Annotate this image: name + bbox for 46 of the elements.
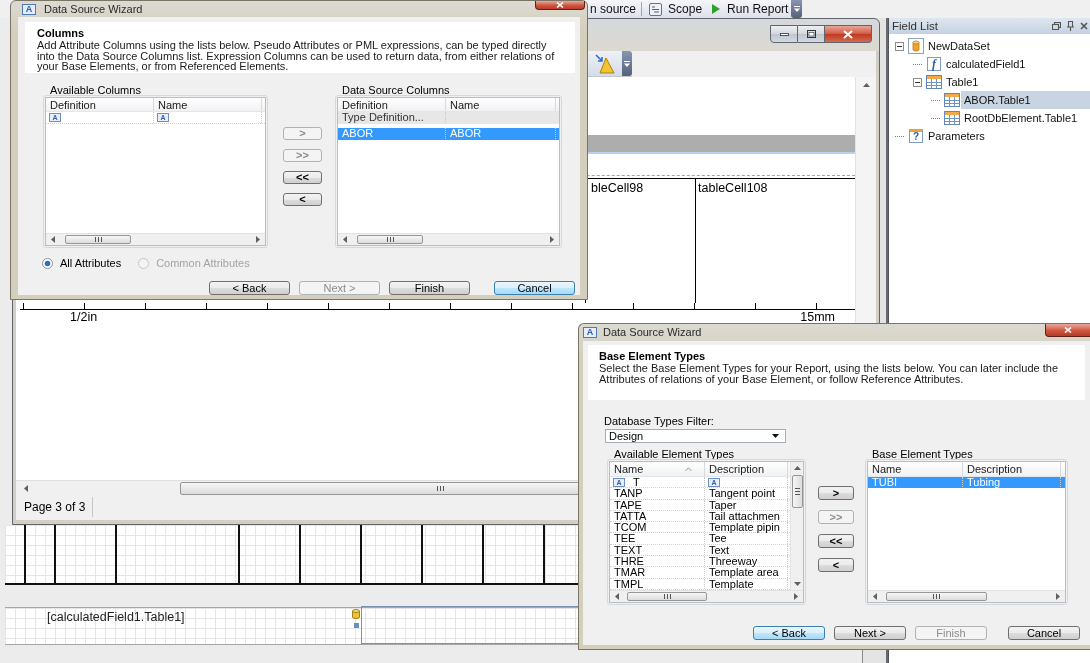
list-cell: Template	[705, 578, 788, 589]
list-cell: Tee	[705, 533, 788, 544]
list-cell: TMPL	[610, 578, 705, 589]
wizard-description: Add Attribute Columns using the lists below. Pseudo Attributes or PML expressions, can be typed directly into the Data Source Columns list. Expression Columns can be used to return data, from either relations of your Base Elements, or from Referenced Elements.	[37, 40, 556, 72]
list-cell: Tangent point	[705, 488, 788, 499]
list-cell: Text	[705, 544, 788, 556]
wizard-description: Select the Base Element Types for your Report, using the lists below. You can later include the Attributes of relations of your Base Element, or follow Reference Attributes.	[599, 363, 1059, 384]
list-cell: TAPE	[610, 499, 705, 510]
list-cell: TEXT	[610, 544, 705, 556]
filter-value: T	[633, 477, 640, 488]
list-cell: Template area	[705, 567, 788, 578]
list-cell: THRE	[610, 556, 705, 567]
window-title: Data Source Wizard	[44, 2, 143, 16]
list-cell: Threeway	[705, 556, 788, 567]
question-mark-icon: ?	[909, 129, 923, 143]
list-cell: Taper	[705, 499, 788, 510]
field-expression: [calculatedField1.Table1]	[47, 610, 185, 625]
list-cell: TATTA	[610, 510, 705, 522]
group-label: Available Columns	[49, 85, 141, 95]
table-cell: bleCell98	[591, 181, 644, 196]
wizard-heading: Columns	[37, 27, 86, 40]
list-cell: Type Definition...	[338, 112, 446, 124]
list-cell: Template pipin	[705, 522, 788, 533]
ruler-label: 15mm	[800, 311, 835, 323]
group-label: Base Element Types	[871, 449, 973, 459]
app-logo-icon: A	[22, 3, 36, 15]
list-cell: Tail attachmen	[705, 510, 788, 522]
panel-title: Field List	[892, 19, 939, 33]
list-cell: ABOR	[338, 128, 446, 139]
app-logo-icon: A	[583, 327, 597, 338]
list-cell: ABOR	[446, 128, 556, 139]
group-label: Data Source Columns	[341, 85, 450, 95]
wizard-heading: Base Element Types	[599, 350, 707, 363]
field-label: Database Types Filter:	[604, 415, 714, 427]
list-cell: TCOM	[610, 522, 705, 533]
function-icon: f	[927, 57, 941, 71]
window-title: Data Source Wizard	[603, 326, 702, 339]
ruler-label: 1/2in	[70, 311, 98, 323]
list-cell: Tubing	[963, 477, 1061, 488]
list-cell: TEE	[610, 533, 705, 544]
list-cell: TMAR	[610, 567, 705, 578]
list-cell: TANP	[610, 488, 705, 499]
table-cell: tableCell108	[698, 181, 768, 196]
status-text: Page 3 of 3	[23, 500, 87, 514]
list-cell: TUBI	[868, 477, 963, 488]
group-label: Available Element Types	[613, 449, 735, 459]
